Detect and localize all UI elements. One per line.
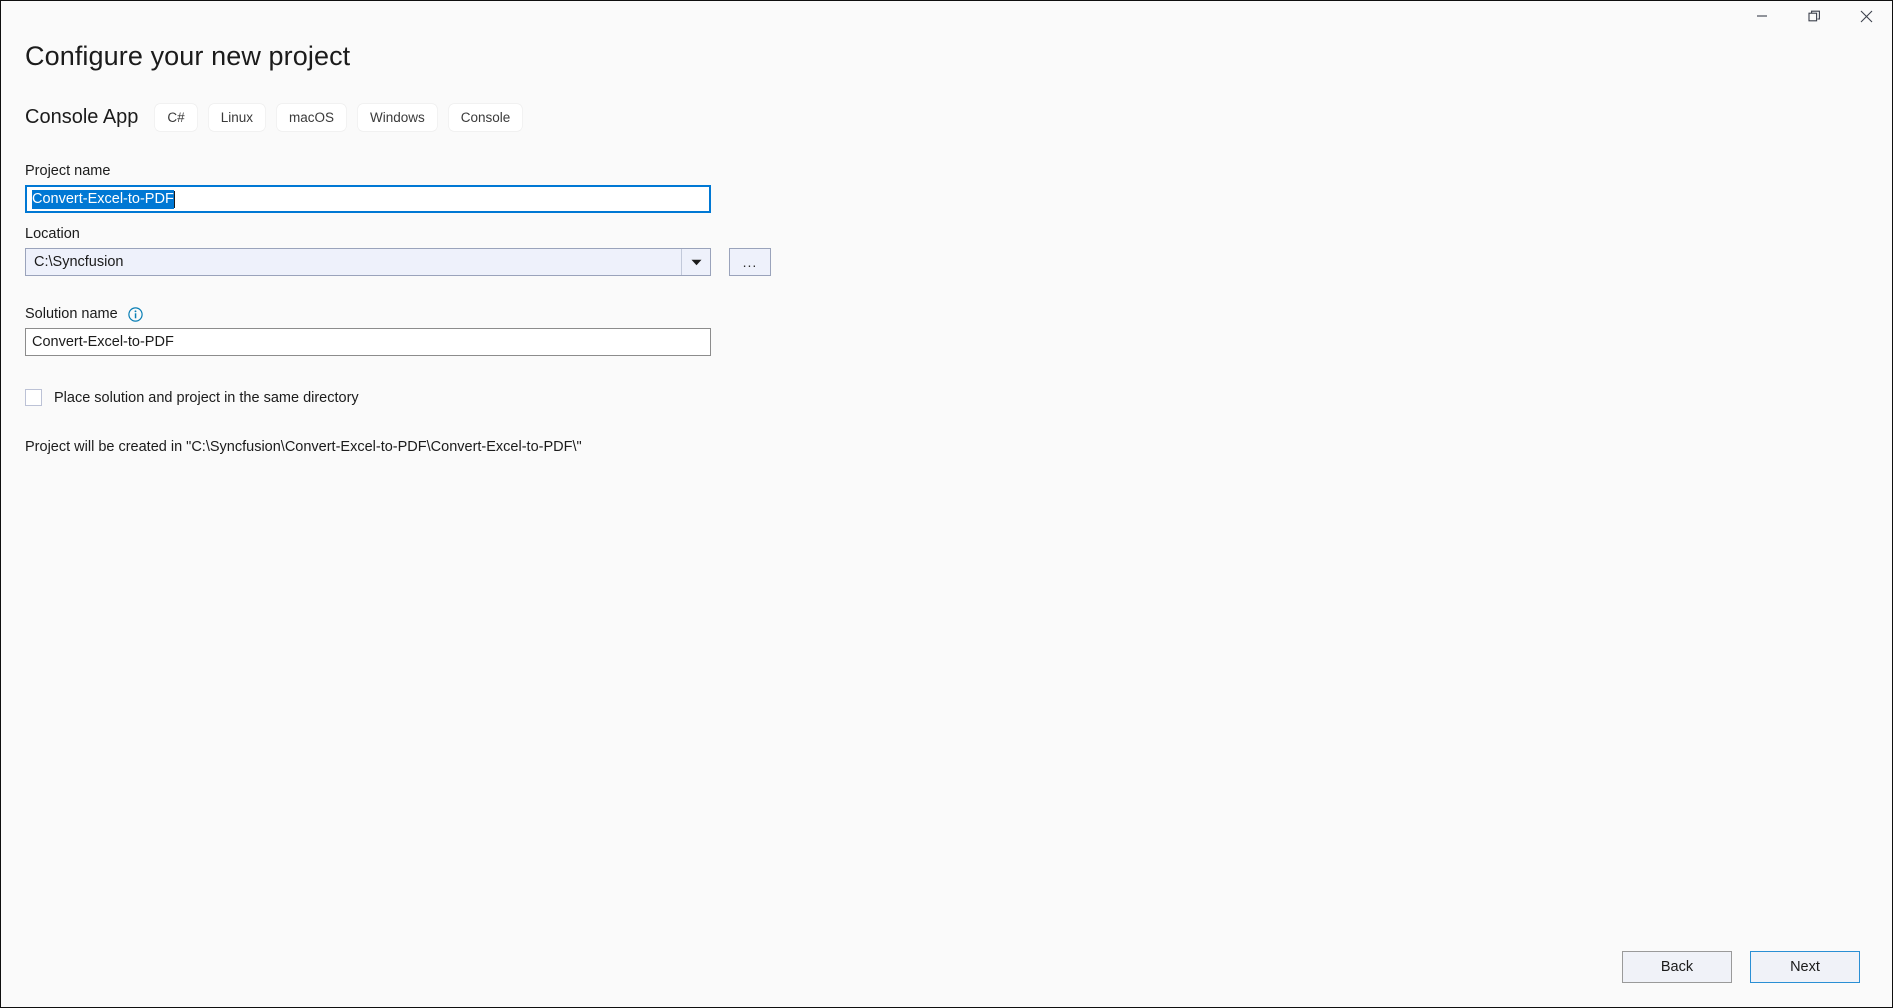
solution-name-label-text: Solution name	[25, 306, 118, 322]
project-name-label: Project name	[25, 163, 111, 179]
tag-macos: macOS	[276, 103, 346, 131]
close-icon	[1860, 10, 1873, 23]
project-name-input[interactable]: Convert-Excel-to-PDF	[25, 185, 711, 213]
close-button[interactable]	[1840, 1, 1892, 31]
tag-windows: Windows	[357, 103, 437, 131]
text-caret	[173, 190, 175, 208]
restore-icon	[1807, 10, 1821, 23]
solution-name-label: Solution name	[25, 306, 143, 322]
solution-name-value: Convert-Excel-to-PDF	[32, 334, 174, 350]
project-name-value: Convert-Excel-to-PDF	[32, 189, 174, 209]
back-button[interactable]: Back	[1622, 951, 1732, 983]
dialog-footer: Back Next	[1, 929, 1892, 1007]
location-label: Location	[25, 226, 80, 242]
solution-name-input[interactable]: Convert-Excel-to-PDF	[25, 328, 711, 356]
minimize-button[interactable]	[1736, 1, 1788, 31]
template-name: Console App	[25, 105, 139, 128]
next-button[interactable]: Next	[1750, 951, 1860, 983]
same-directory-checkbox[interactable]	[25, 389, 42, 406]
restore-button[interactable]	[1788, 1, 1840, 31]
location-value: C:\Syncfusion	[34, 254, 124, 270]
tag-console: Console	[448, 103, 523, 131]
minimize-icon	[1756, 10, 1768, 22]
page-title: Configure your new project	[25, 41, 351, 71]
info-icon[interactable]	[128, 306, 143, 322]
template-summary: Console App C# Linux macOS Windows Conso…	[25, 101, 523, 133]
location-combobox[interactable]: C:\Syncfusion	[25, 248, 711, 276]
same-directory-checkbox-row[interactable]: Place solution and project in the same d…	[25, 389, 359, 406]
tag-language: C#	[155, 103, 197, 131]
tag-linux: Linux	[208, 103, 265, 131]
same-directory-label: Place solution and project in the same d…	[54, 389, 359, 406]
configure-project-dialog: Configure your new project Console App C…	[0, 0, 1893, 1008]
project-path-note: Project will be created in "C:\Syncfusio…	[25, 439, 582, 455]
dialog-content: Configure your new project Console App C…	[1, 35, 1892, 1007]
title-bar	[1, 1, 1892, 35]
chevron-down-icon[interactable]	[681, 249, 710, 275]
browse-location-button[interactable]: ...	[729, 248, 771, 276]
